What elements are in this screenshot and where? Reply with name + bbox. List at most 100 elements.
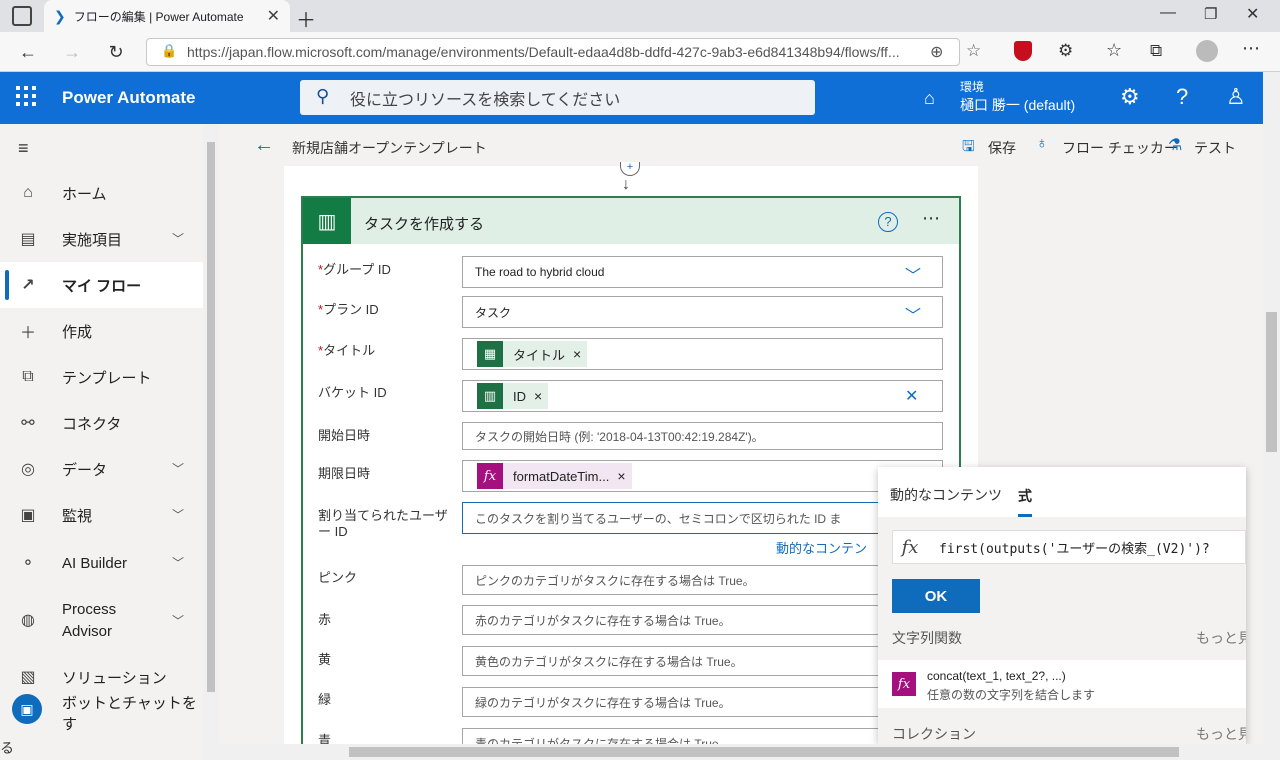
due-date-token[interactable]: fx formatDateTim... × (477, 463, 632, 489)
pink-input[interactable]: ピンクのカテゴリがタスクに存在する場合は True。 (462, 565, 880, 595)
dynamic-content-link[interactable]: 動的なコンテン (776, 538, 876, 557)
hamburger-menu-icon[interactable]: ≡ (18, 138, 29, 159)
back-arrow-icon[interactable]: ← (254, 134, 274, 157)
token-remove-icon[interactable]: × (534, 388, 542, 404)
sidebar-item-my-flows[interactable]: ↗ マイ フロー (0, 262, 203, 308)
chatbot-icon[interactable]: ▣ (12, 694, 42, 724)
sidebar-item-templates[interactable]: ⧉ テンプレート (0, 354, 203, 400)
address-bar[interactable]: 🔒 https://japan.flow.microsoft.com/manag… (146, 38, 960, 66)
horizontal-scrollbar[interactable] (219, 744, 1263, 760)
minimize-icon[interactable]: — (1160, 4, 1176, 22)
function-item-concat[interactable]: fx concat(text_1, text_2?, ...) 任意の数の文字列… (878, 660, 1246, 708)
title-field[interactable]: ▦ タイトル × (462, 338, 943, 370)
profile-avatar[interactable] (1196, 40, 1218, 62)
home-icon: ⌂ (23, 184, 33, 201)
save-button[interactable]: 保存 (988, 138, 1016, 158)
back-icon[interactable]: ← (14, 38, 42, 66)
chevron-down-icon: ﹀ (172, 508, 185, 522)
clear-icon[interactable]: ✕ (905, 386, 918, 406)
sidebar-item-label: 監視 (62, 507, 93, 525)
title-token[interactable]: ▦ タイトル × (477, 341, 588, 367)
action-title[interactable]: タスクを作成する (364, 213, 484, 234)
sidebar-scrollbar[interactable] (203, 124, 219, 760)
red-placeholder: 赤のカテゴリがタスクに存在する場合は True。 (475, 613, 731, 628)
favorite-add-icon[interactable]: ☆ (966, 41, 981, 61)
zoom-icon[interactable]: ⊕ (930, 42, 943, 62)
bucket-id-token[interactable]: ▥ ID × (477, 383, 549, 409)
start-date-placeholder: タスクの開始日時 (例: '2018-04-13T00:42:19.284Z')… (475, 429, 764, 444)
new-tab-icon[interactable]: ＋ (296, 4, 316, 33)
function-icon: fx (892, 672, 916, 696)
token-remove-icon[interactable]: × (617, 468, 625, 484)
red-input[interactable]: 赤のカテゴリがタスクに存在する場合は True。 (462, 605, 880, 635)
test-button[interactable]: テスト (1194, 138, 1236, 158)
assigned-user-input[interactable]: このタスクを割り当てるユーザーの、セミコロンで区切られた ID ま (462, 502, 880, 534)
sidebar-item-create[interactable]: ＋ 作成 (0, 308, 203, 354)
search-input[interactable]: ⚲ 役に立つリソースを検索してください (300, 80, 815, 115)
field-label-red: 赤 (318, 612, 332, 627)
collections-icon[interactable]: ⧉ (1150, 41, 1162, 61)
expression-input[interactable]: fx first(outputs('ユーザーの検索_(V2)')? (892, 530, 1246, 564)
flow-checker-button[interactable]: フロー チェッカー (1062, 138, 1178, 158)
see-more-link[interactable]: もっと見 (1196, 628, 1246, 648)
environment-selector[interactable]: 環境 樋口 勝一 (default) (960, 78, 1075, 114)
scrollbar-thumb[interactable] (349, 747, 1179, 757)
browser-menu-icon[interactable]: ⋯ (1242, 38, 1260, 59)
plan-id-dropdown[interactable]: タスク ﹀ (462, 296, 943, 328)
help-icon[interactable]: ? (1176, 84, 1188, 110)
green-input[interactable]: 緑のカテゴリがタスクに存在する場合は True。 (462, 687, 880, 717)
sidebar-item-monitor[interactable]: ▣ 監視 ﹀ (0, 492, 203, 538)
see-more-link[interactable]: もっと見 (1196, 724, 1246, 744)
extensions-icon[interactable]: ⚙ (1058, 41, 1073, 61)
sidebar-item-action-items[interactable]: ▤ 実施項目 ﹀ (0, 216, 203, 262)
tab-close-icon[interactable]: ✕ (267, 6, 280, 26)
token-remove-icon[interactable]: × (573, 346, 581, 362)
group-id-dropdown[interactable]: The road to hybrid cloud ﹀ (462, 256, 943, 288)
save-icon: 🖫 (962, 138, 975, 155)
scrollbar-thumb[interactable] (1266, 312, 1277, 452)
close-window-icon[interactable]: ✕ (1246, 4, 1259, 24)
field-label-bucket-id: バケット ID (318, 385, 387, 400)
monitor-icon: ▣ (20, 507, 36, 524)
field-label-due-date: 期限日時 (318, 466, 371, 481)
more-options-icon[interactable]: ⋯ (922, 208, 940, 229)
extension-shield-icon[interactable] (1014, 41, 1032, 61)
tab-actions-icon[interactable] (12, 6, 32, 26)
due-date-field[interactable]: fx formatDateTim... × (462, 460, 943, 492)
ok-button[interactable]: OK (892, 579, 980, 613)
app-brand[interactable]: Power Automate (62, 88, 196, 108)
green-placeholder: 緑のカテゴリがタスクに存在する場合は True。 (475, 695, 731, 710)
browser-tab[interactable]: ❯ フローの編集 | Power Automate ✕ (44, 0, 290, 32)
bucket-id-field[interactable]: ▥ ID × ✕ (462, 380, 943, 412)
environment-icon: ⌂ (924, 88, 935, 108)
account-icon[interactable]: ♙ (1226, 84, 1246, 110)
app-launcher-icon[interactable] (16, 86, 36, 106)
yellow-input[interactable]: 黄色のカテゴリがタスクに存在する場合は True。 (462, 646, 880, 676)
token-label: ID (513, 388, 526, 404)
forward-icon[interactable]: → (58, 38, 86, 66)
settings-icon[interactable]: ⚙ (1120, 84, 1140, 110)
plus-icon: ＋ (19, 325, 36, 342)
favorites-icon[interactable]: ☆ (1106, 40, 1122, 61)
pink-placeholder: ピンクのカテゴリがタスクに存在する場合は True。 (475, 573, 755, 588)
restore-icon[interactable]: ❐ (1204, 5, 1217, 23)
sidebar-item-connectors[interactable]: ⚯ コネクタ (0, 400, 203, 446)
sidebar-item-process-advisor[interactable]: ◍ Process Advisor (0, 598, 140, 644)
sidebar-item-home[interactable]: ⌂ ホーム (0, 170, 203, 216)
database-icon: ◎ (21, 461, 35, 478)
flask-icon: ⚗ (1168, 137, 1183, 154)
tab-expression[interactable]: 式 (1018, 486, 1032, 506)
page-scrollbar[interactable] (1263, 72, 1280, 760)
refresh-icon[interactable]: ↻ (102, 38, 130, 66)
sidebar-item-label: テンプレート (62, 369, 152, 387)
tab-dynamic-content[interactable]: 動的なコンテンツ (890, 485, 1002, 505)
sidebar-item-data[interactable]: ◎ データ ﹀ (0, 446, 203, 492)
arrow-down-icon: ↓ (622, 176, 630, 193)
start-date-input[interactable]: タスクの開始日時 (例: '2018-04-13T00:42:19.284Z')… (462, 422, 943, 450)
sidebar-item-ai-builder[interactable]: ⚬ AI Builder ﹀ (0, 540, 203, 586)
help-circle-icon[interactable]: ? (878, 212, 898, 232)
sidebar-item-label: コネクタ (62, 415, 122, 433)
scrollbar-thumb[interactable] (207, 142, 215, 692)
power-automate-favicon-icon: ❯ (54, 7, 66, 24)
expression-text: first(outputs('ユーザーの検索_(V2)')? (939, 541, 1210, 557)
